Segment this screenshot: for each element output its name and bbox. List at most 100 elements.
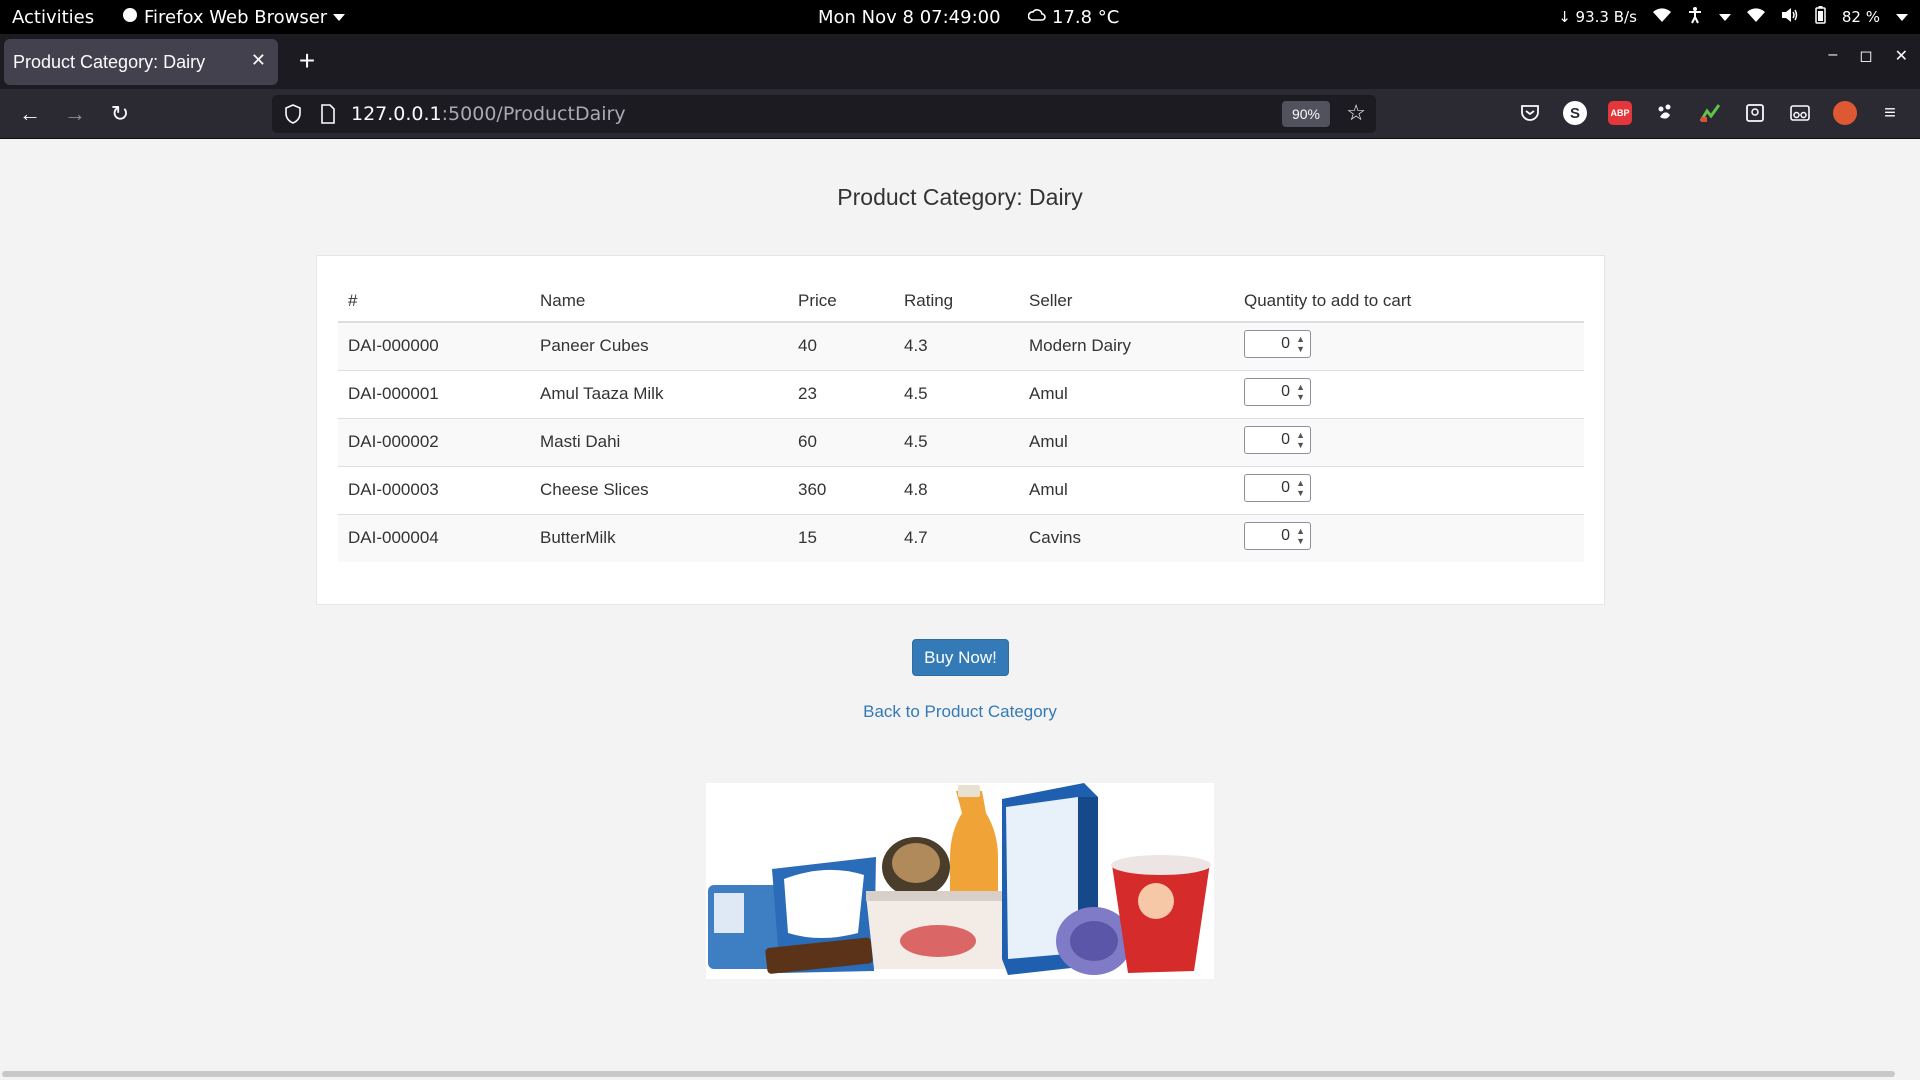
quantity-cell: 0 ▲ ▼ [1234,369,1584,418]
battery-text: 82 % [1841,8,1880,26]
spinner-arrows-icon[interactable]: ▲ ▼ [1296,526,1305,546]
product-name: Amul Taaza Milk [530,369,788,418]
clock[interactable]: Mon Nov 8 07:49:00 [818,0,1001,34]
star-icon[interactable]: ☆ [1346,100,1366,126]
url-host: 127.0.0.1 [351,103,442,125]
weather-icon [1027,7,1046,28]
new-tab-button[interactable]: + [292,45,322,76]
spinner-arrows-icon[interactable]: ▲ ▼ [1296,430,1305,450]
quantity-cell: 0 ▲ ▼ [1234,321,1584,370]
product-price: 60 [788,417,894,466]
clock-text: Mon Nov 8 07:49:00 [818,6,1001,28]
product-id: DAI-000001 [338,369,530,418]
quantity-value: 0 [1281,382,1290,400]
quantity-cell: 0 ▲ ▼ [1234,417,1584,466]
green-extension-icon[interactable] [1696,99,1724,127]
product-seller: Amul [1019,465,1234,514]
chevron-down-icon [1896,13,1908,21]
product-id: DAI-000000 [338,321,530,370]
glasses-extension-icon[interactable] [1786,99,1814,127]
tab-strip: Product Category: Dairy ✕ + – ◻ ✕ [0,34,1920,89]
back-link-text[interactable]: Back to Product Category [863,702,1057,721]
reader-extension-icon[interactable] [1741,99,1769,127]
product-rating: 4.7 [894,513,1019,562]
accessibility-icon [1687,6,1703,28]
forward-icon[interactable]: → [60,99,90,129]
menu-icon[interactable]: ≡ [1876,99,1904,127]
battery-icon [1815,6,1826,28]
column-header-id: # [338,280,530,323]
chevron-down-icon [333,13,346,21]
tab-product-dairy[interactable]: Product Category: Dairy ✕ [4,39,278,85]
product-id: DAI-000003 [338,465,530,514]
spinner-arrows-icon[interactable]: ▲ ▼ [1296,334,1305,354]
product-name: ButterMilk [530,513,788,562]
tab-title: Product Category: Dairy [13,51,206,72]
back-icon[interactable]: ← [15,99,45,129]
system-top-bar: Activities Firefox Web Browser Mon Nov 8… [0,0,1920,34]
product-table-card: # Name Price Rating Seller Quantity to a… [316,255,1605,605]
table-header-row: # Name Price Rating Seller Quantity to a… [338,280,1584,323]
duckduckgo-icon[interactable] [1831,99,1859,127]
quantity-stepper[interactable]: 0 ▲ ▼ [1244,473,1311,502]
back-to-category-link[interactable]: Back to Product Category [0,702,1920,722]
app-name: Firefox Web Browser [144,6,328,28]
buy-now-button[interactable]: Buy Now! [912,639,1009,676]
wifi-icon [1746,8,1765,26]
paw-extension-icon[interactable] [1651,99,1679,127]
spinner-arrows-icon[interactable]: ▲ ▼ [1296,382,1305,402]
quantity-stepper[interactable]: 0 ▲ ▼ [1244,521,1311,550]
quantity-value: 0 [1281,430,1290,448]
reload-icon[interactable]: ↻ [105,99,135,129]
close-window-icon[interactable]: ✕ [1895,46,1908,66]
weather-text: 17.8 °C [1052,6,1120,28]
product-seller: Amul [1019,417,1234,466]
product-name: Cheese Slices [530,465,788,514]
app-menu[interactable]: Firefox Web Browser [122,0,346,34]
window-controls: – ◻ ✕ [1828,46,1908,66]
quantity-stepper[interactable]: 0 ▲ ▼ [1244,425,1311,454]
product-table: # Name Price Rating Seller Quantity to a… [338,280,1584,562]
navigation-bar: ← → ↻ 127.0.0.1:5000/ProductDairy 90% ☆ … [0,89,1920,139]
zoom-level-button[interactable]: 90% [1282,101,1330,127]
product-seller: Modern Dairy [1019,321,1234,370]
minimize-icon[interactable]: – [1828,46,1837,66]
toolbar-extensions: S ABP ≡ [1516,99,1904,127]
net-speed: ↓ 93.3 B/s [1558,8,1637,26]
product-name: Paneer Cubes [530,321,788,370]
pocket-icon[interactable] [1516,99,1544,127]
chevron-down-icon [1718,13,1731,21]
product-price: 360 [788,465,894,514]
column-header-quantity: Quantity to add to cart [1234,280,1584,323]
quantity-stepper[interactable]: 0 ▲ ▼ [1244,329,1311,358]
maximize-icon[interactable]: ◻ [1859,46,1872,66]
adblock-plus-icon[interactable]: ABP [1606,99,1634,127]
wifi-icon [1652,8,1671,26]
activities-button[interactable]: Activities [12,0,94,34]
close-icon[interactable]: ✕ [251,50,266,71]
weather-indicator[interactable]: 17.8 °C [1027,0,1120,34]
quantity-value: 0 [1281,526,1290,544]
table-row: DAI-000004 ButterMilk 15 4.7 Cavins 0 ▲ ▼ [338,513,1584,562]
page-icon[interactable] [320,104,336,129]
quantity-value: 0 [1281,334,1290,352]
dairy-products-image [706,783,1214,979]
url-text[interactable]: 127.0.0.1:5000/ProductDairy [351,103,626,125]
status-area[interactable]: ↓ 93.3 B/s 82 % [1558,0,1908,34]
product-price: 40 [788,321,894,370]
column-header-seller: Seller [1019,280,1234,323]
product-rating: 4.5 [894,369,1019,418]
volume-icon [1781,7,1799,27]
product-seller: Amul [1019,369,1234,418]
horizontal-scrollbar[interactable] [2,1071,1895,1077]
product-id: DAI-000002 [338,417,530,466]
shield-icon[interactable] [284,104,302,129]
product-rating: 4.8 [894,465,1019,514]
quantity-stepper[interactable]: 0 ▲ ▼ [1244,377,1311,406]
table-row: DAI-000003 Cheese Slices 360 4.8 Amul 0 ▲… [338,465,1584,514]
extension-s-icon[interactable]: S [1561,99,1589,127]
url-bar[interactable]: 127.0.0.1:5000/ProductDairy 90% ☆ [272,95,1376,133]
product-rating: 4.3 [894,321,1019,370]
table-row: DAI-000000 Paneer Cubes 40 4.3 Modern Da… [338,321,1584,370]
spinner-arrows-icon[interactable]: ▲ ▼ [1296,478,1305,498]
